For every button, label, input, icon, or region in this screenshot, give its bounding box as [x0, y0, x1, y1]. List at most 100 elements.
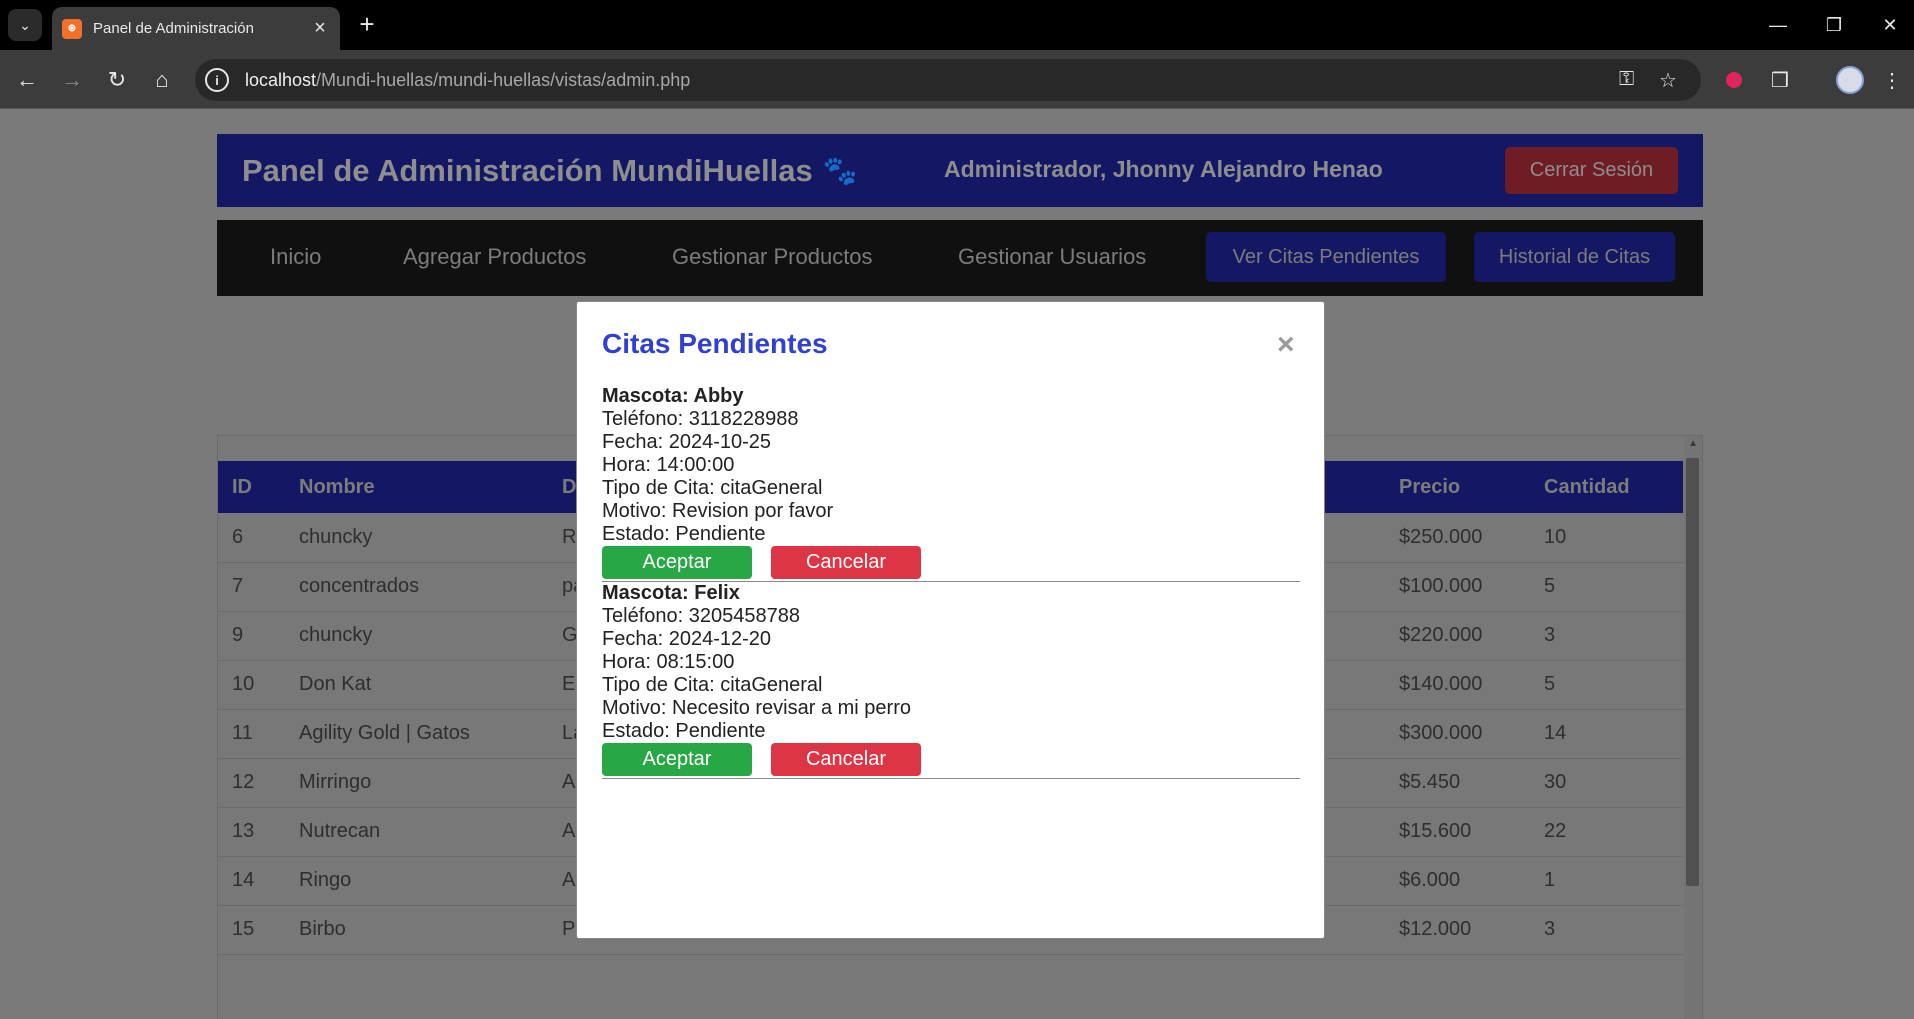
nav-agregar-productos[interactable]: Agregar Productos	[403, 244, 586, 270]
close-window-icon[interactable]: ✕	[1862, 0, 1914, 50]
nav-gestionar-usuarios[interactable]: Gestionar Usuarios	[958, 244, 1146, 270]
appointment-date: Fecha: 2024-10-25	[602, 431, 772, 453]
new-tab-plus-icon[interactable]: +	[352, 10, 382, 40]
cell-nombre: chuncky	[285, 611, 548, 661]
modal-close-icon[interactable]: ×	[1277, 330, 1295, 360]
cell-id: 14	[218, 856, 285, 906]
logout-button[interactable]: Cerrar Sesión	[1505, 147, 1678, 194]
cell-id: 10	[218, 660, 285, 710]
appointment-phone: Teléfono: 3118228988	[602, 408, 799, 430]
cell-id: 15	[218, 905, 285, 955]
cell-cantidad: 30	[1530, 758, 1683, 808]
forward-arrow-icon[interactable]: →	[56, 64, 88, 96]
appointment-date: Fecha: 2024-12-20	[602, 628, 772, 650]
appointment-pet: Mascota: Felix	[602, 582, 740, 604]
table-scrollbar[interactable]: ▲ ▼	[1684, 436, 1702, 1019]
browser-tabstrip: ⌄ ⊛ Panel de Administración × + — ❐ ✕	[0, 0, 1914, 50]
password-key-icon[interactable]: ⚿	[1619, 68, 1634, 91]
cell-id: 12	[218, 758, 285, 808]
cell-precio: $15.600	[1385, 807, 1530, 857]
appointment-time: Hora: 14:00:00	[602, 454, 735, 476]
cell-precio: $12.000	[1385, 905, 1530, 955]
accept-button[interactable]: Aceptar	[602, 546, 752, 579]
cell-id: 7	[218, 562, 285, 612]
cell-id: 6	[218, 513, 285, 563]
cell-cantidad: 10	[1530, 513, 1683, 563]
cell-nombre: chuncky	[285, 513, 548, 563]
modal-title: Citas Pendientes	[602, 328, 828, 359]
reload-icon[interactable]: ↻	[101, 64, 133, 96]
cell-precio: $100.000	[1385, 562, 1530, 612]
citas-pendientes-modal: Citas Pendientes × Mascota: Abby Teléfon…	[576, 301, 1325, 939]
page-title: Panel de Administración MundiHuellas	[242, 152, 813, 188]
browser-tab[interactable]: ⊛ Panel de Administración ×	[52, 7, 340, 50]
cell-cantidad: 3	[1530, 905, 1683, 955]
nav-inicio[interactable]: Inicio	[270, 244, 321, 270]
admin-user-name: Administrador, Jhonny Alejandro Henao	[944, 156, 1383, 182]
cell-id: 13	[218, 807, 285, 857]
appointment-type: Tipo de Cita: citaGeneral	[602, 674, 823, 696]
appointment-status: Estado: Pendiente	[602, 523, 766, 545]
back-arrow-icon[interactable]: ←	[11, 64, 43, 96]
browser-toolbar: ← → ↻ ⌂ i localhost/Mundi-huellas/mundi-…	[0, 50, 1914, 109]
nav-ver-citas-pendientes-button[interactable]: Ver Citas Pendientes	[1206, 232, 1446, 282]
nav-gestionar-productos[interactable]: Gestionar Productos	[672, 244, 873, 270]
appointment-item: Mascota: Abby Teléfono: 3118228988 Fecha…	[602, 385, 1300, 582]
cell-nombre: Ringo	[285, 856, 548, 906]
bookmark-star-icon[interactable]: ☆	[1659, 68, 1677, 93]
admin-header: Panel de Administración MundiHuellas 🐾 A…	[217, 134, 1703, 207]
profile-avatar-icon[interactable]	[1834, 64, 1866, 96]
appointment-pet: Mascota: Abby	[602, 385, 744, 407]
minimize-icon[interactable]: —	[1750, 0, 1806, 50]
paw-icon: 🐾	[822, 155, 858, 186]
appointment-type: Tipo de Cita: citaGeneral	[602, 477, 823, 499]
cell-cantidad: 14	[1530, 709, 1683, 759]
col-cantidad: Cantidad	[1530, 461, 1683, 513]
cancel-button[interactable]: Cancelar	[771, 546, 921, 579]
cell-precio: $140.000	[1385, 660, 1530, 710]
appointment-reason: Motivo: Necesito revisar a mi perro	[602, 697, 911, 719]
cell-cantidad: 5	[1530, 660, 1683, 710]
appointment-time: Hora: 08:15:00	[602, 651, 735, 673]
cell-precio: $5.450	[1385, 758, 1530, 808]
cell-cantidad: 22	[1530, 807, 1683, 857]
cell-precio: $250.000	[1385, 513, 1530, 563]
accept-button[interactable]: Aceptar	[602, 743, 752, 776]
cell-nombre: concentrados	[285, 562, 548, 612]
cell-precio: $6.000	[1385, 856, 1530, 906]
scroll-thumb[interactable]	[1686, 458, 1699, 886]
address-url: localhost/Mundi-huellas/mundi-huellas/vi…	[245, 69, 691, 90]
tab-close-icon[interactable]: ×	[310, 17, 330, 40]
site-info-icon[interactable]: i	[205, 68, 229, 92]
cell-id: 9	[218, 611, 285, 661]
cell-id: 11	[218, 709, 285, 759]
appointment-phone: Teléfono: 3205458788	[602, 605, 800, 627]
cell-cantidad: 3	[1530, 611, 1683, 661]
cell-nombre: Nutrecan	[285, 807, 548, 857]
col-id: ID	[218, 461, 285, 513]
appointment-reason: Motivo: Revision por favor	[602, 500, 834, 522]
cell-precio: $220.000	[1385, 611, 1530, 661]
cell-precio: $300.000	[1385, 709, 1530, 759]
menu-kebab-icon[interactable]: ⋮	[1876, 64, 1908, 96]
appointment-item: Mascota: Felix Teléfono: 3205458788 Fech…	[602, 582, 1300, 779]
col-precio: Precio	[1385, 461, 1530, 513]
scroll-up-icon[interactable]: ▲	[1688, 438, 1698, 449]
restore-icon[interactable]: ❐	[1806, 0, 1862, 50]
admin-nav: Inicio Agregar Productos Gestionar Produ…	[217, 220, 1703, 296]
home-icon[interactable]: ⌂	[146, 64, 178, 96]
tab-title: Panel de Administración	[93, 20, 254, 37]
cancel-button[interactable]: Cancelar	[771, 743, 921, 776]
tab-search-chevron-icon[interactable]: ⌄	[8, 9, 42, 41]
extensions-puzzle-icon[interactable]: ❒	[1764, 64, 1796, 96]
nav-historial-citas-button[interactable]: Historial de Citas	[1474, 232, 1675, 282]
col-nombre: Nombre	[285, 461, 548, 513]
cell-cantidad: 5	[1530, 562, 1683, 612]
extension-record-icon[interactable]	[1718, 64, 1750, 96]
cell-nombre: Don Kat	[285, 660, 548, 710]
appointment-status: Estado: Pendiente	[602, 720, 766, 742]
cell-nombre: Agility Gold | Gatos	[285, 709, 548, 759]
address-bar[interactable]: i localhost/Mundi-huellas/mundi-huellas/…	[195, 59, 1701, 101]
cell-cantidad: 1	[1530, 856, 1683, 906]
cell-nombre: Mirringo	[285, 758, 548, 808]
